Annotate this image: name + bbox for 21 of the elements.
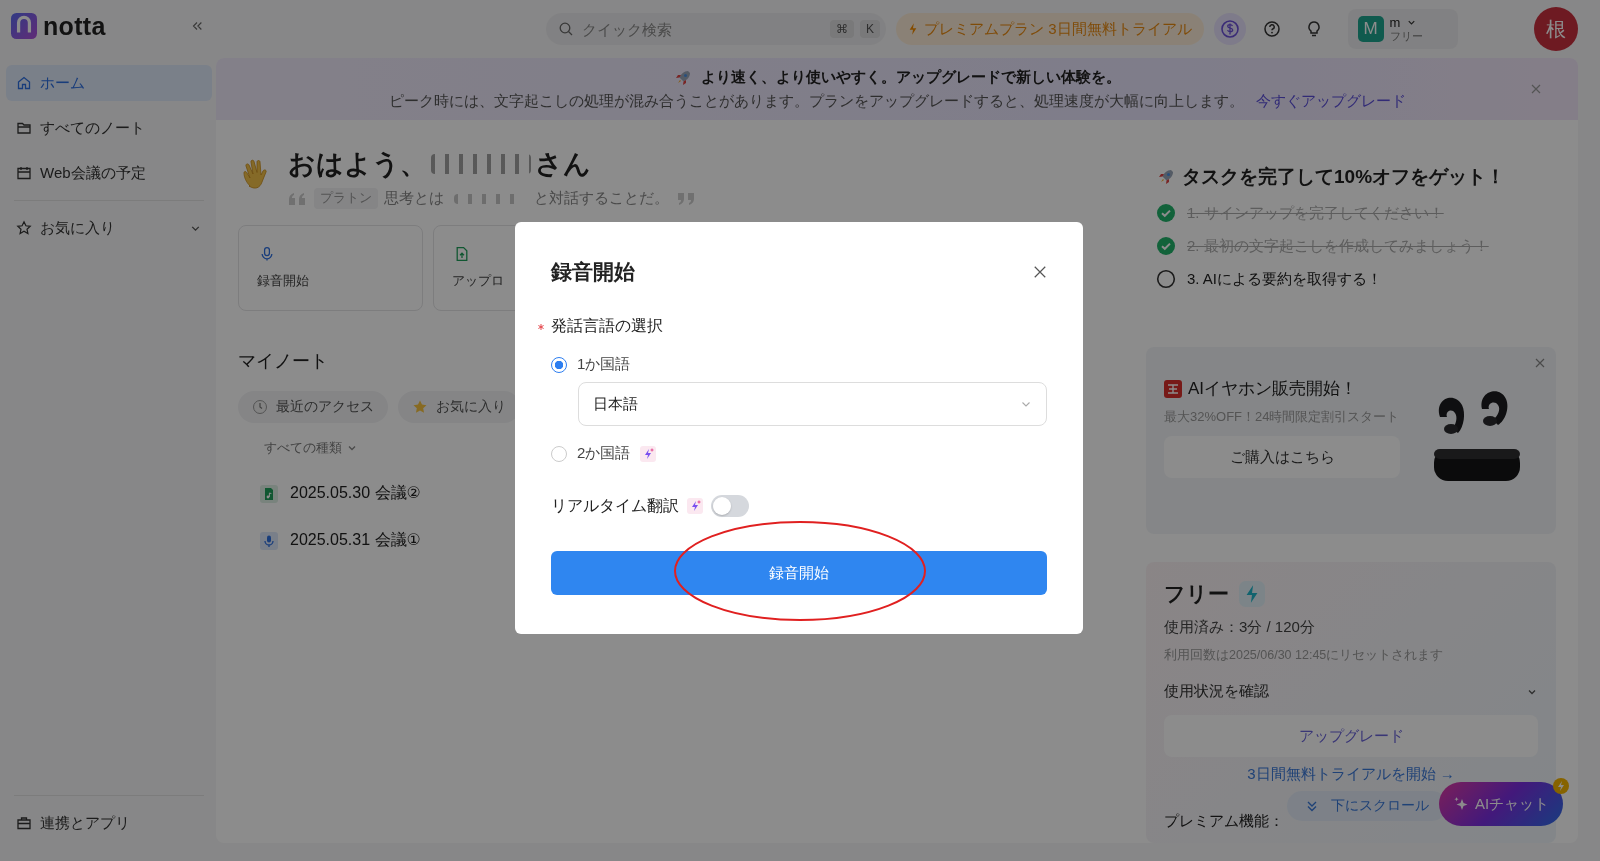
account-name: m bbox=[1389, 15, 1401, 31]
promo-title: AIイヤホン販売開始！ bbox=[1188, 378, 1358, 400]
section-title: マイノート bbox=[238, 350, 328, 373]
logo-text: notta bbox=[43, 11, 106, 41]
task-text: 3. AIによる要約を取得する！ bbox=[1187, 269, 1383, 289]
greeting-text: おはよう、 bbox=[288, 148, 427, 181]
shortcut-key: K bbox=[860, 20, 880, 38]
dialog-title: 録音開始 bbox=[551, 259, 635, 285]
shortcut-key: ⌘ bbox=[830, 20, 854, 38]
field-label: 発話言語の選択 bbox=[551, 316, 663, 336]
features-title: プレミアム機能： bbox=[1164, 812, 1284, 829]
avatar: M bbox=[1357, 16, 1384, 42]
usage-text: 使用済み：3分 / 120分 bbox=[1164, 618, 1316, 637]
banner-message: ピーク時には、文字起こしの処理が混み合うことがあります。プランをアップグレードすると、処理速度が大幅に向上します。 bbox=[388, 91, 1244, 111]
quote-text: と対話することだ。 bbox=[534, 189, 669, 208]
quote-text: 思考とは bbox=[384, 189, 444, 208]
translation-label: リアルタイム翻訳 bbox=[551, 495, 679, 516]
tasks-title: タスクを完了して10%オフをゲット！ bbox=[1182, 165, 1506, 189]
plan-name: フリー bbox=[1164, 581, 1229, 607]
greeting-suffix: さん bbox=[535, 148, 591, 181]
banner-headline: より速く、より使いやすく。アップグレードで新しい体験を。 bbox=[701, 68, 1121, 87]
